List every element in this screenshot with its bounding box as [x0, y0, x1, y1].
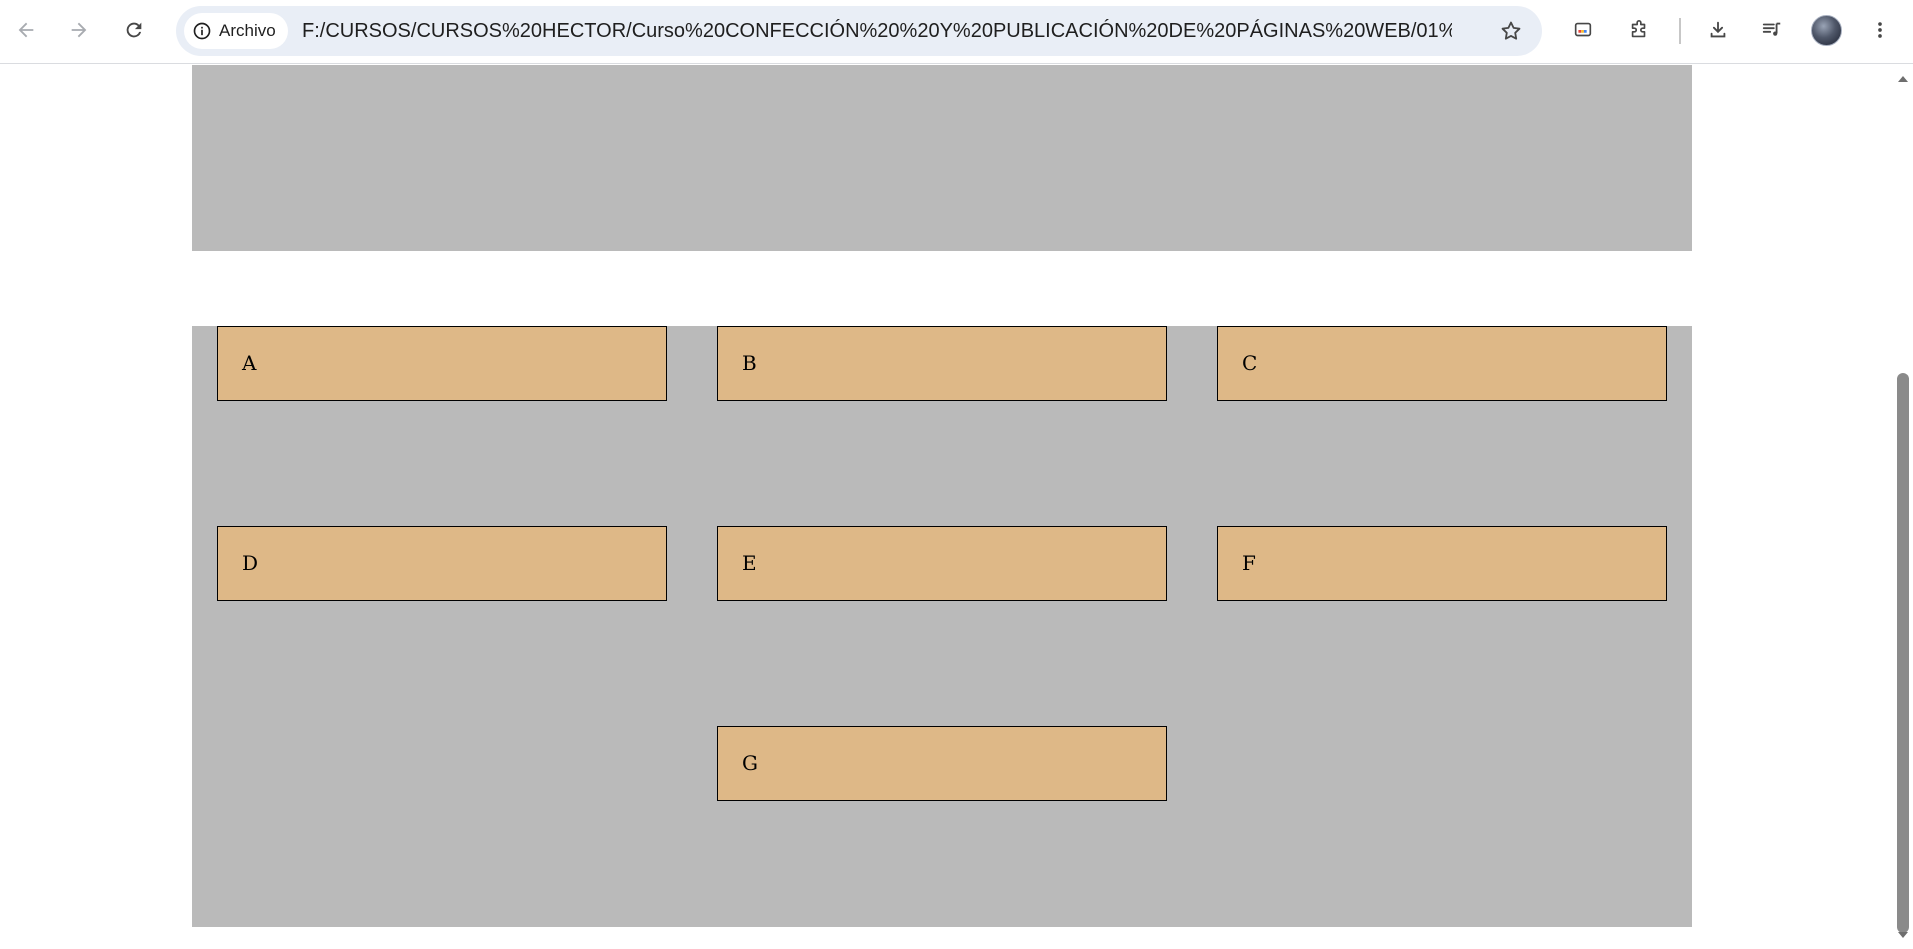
- page-content: A B C D E F G: [0, 65, 1893, 949]
- grid-item-a: A: [217, 326, 667, 401]
- grid-item-c: C: [1217, 326, 1667, 401]
- address-bar[interactable]: Archivo F:/CURSOS/CURSOS%20HECTOR/Curso%…: [176, 6, 1542, 56]
- site-info-chip[interactable]: Archivo: [184, 13, 288, 49]
- grid-item-e: E: [717, 526, 1167, 601]
- grid-item-d: D: [217, 526, 667, 601]
- extensions-button[interactable]: [1619, 10, 1659, 50]
- chevron-down-icon: [1898, 932, 1908, 938]
- scroll-up-arrow[interactable]: [1893, 71, 1913, 87]
- top-band: [192, 65, 1692, 251]
- media-control-button[interactable]: [1752, 10, 1792, 50]
- url-text[interactable]: F:/CURSOS/CURSOS%20HECTOR/Curso%20CONFEC…: [302, 6, 1452, 56]
- reload-button[interactable]: [114, 10, 154, 50]
- chevron-up-icon: [1898, 76, 1908, 82]
- grid-container: A B C D E F G: [192, 326, 1692, 927]
- scroll-down-arrow[interactable]: [1893, 927, 1913, 943]
- download-button[interactable]: [1698, 10, 1738, 50]
- scrollbar-thumb[interactable]: [1897, 373, 1909, 933]
- toolbar-divider: [1679, 18, 1681, 44]
- cast-button[interactable]: [1563, 10, 1603, 50]
- forward-button[interactable]: [59, 10, 99, 50]
- grid-item-g: G: [717, 726, 1167, 801]
- menu-icon: [1878, 22, 1882, 38]
- download-icon: [1710, 21, 1726, 38]
- media-control-icon: [1762, 22, 1781, 36]
- info-icon: [193, 22, 211, 40]
- cast-icon: [1574, 22, 1592, 37]
- bookmark-star-button[interactable]: [1496, 16, 1526, 46]
- grid-item-b: B: [717, 326, 1167, 401]
- browser-menu-button[interactable]: [1860, 10, 1900, 50]
- vertical-scrollbar[interactable]: [1893, 65, 1913, 949]
- forward-icon: [71, 22, 87, 38]
- site-chip-label: Archivo: [219, 21, 276, 40]
- extensions-icon: [1631, 20, 1646, 38]
- back-icon: [18, 22, 34, 38]
- reload-icon: [126, 22, 142, 38]
- browser-toolbar: Archivo F:/CURSOS/CURSOS%20HECTOR/Curso%…: [0, 0, 1913, 64]
- back-button[interactable]: [6, 10, 46, 50]
- grid-item-f: F: [1217, 526, 1667, 601]
- avatar[interactable]: [1811, 15, 1842, 46]
- star-icon: [1501, 21, 1521, 40]
